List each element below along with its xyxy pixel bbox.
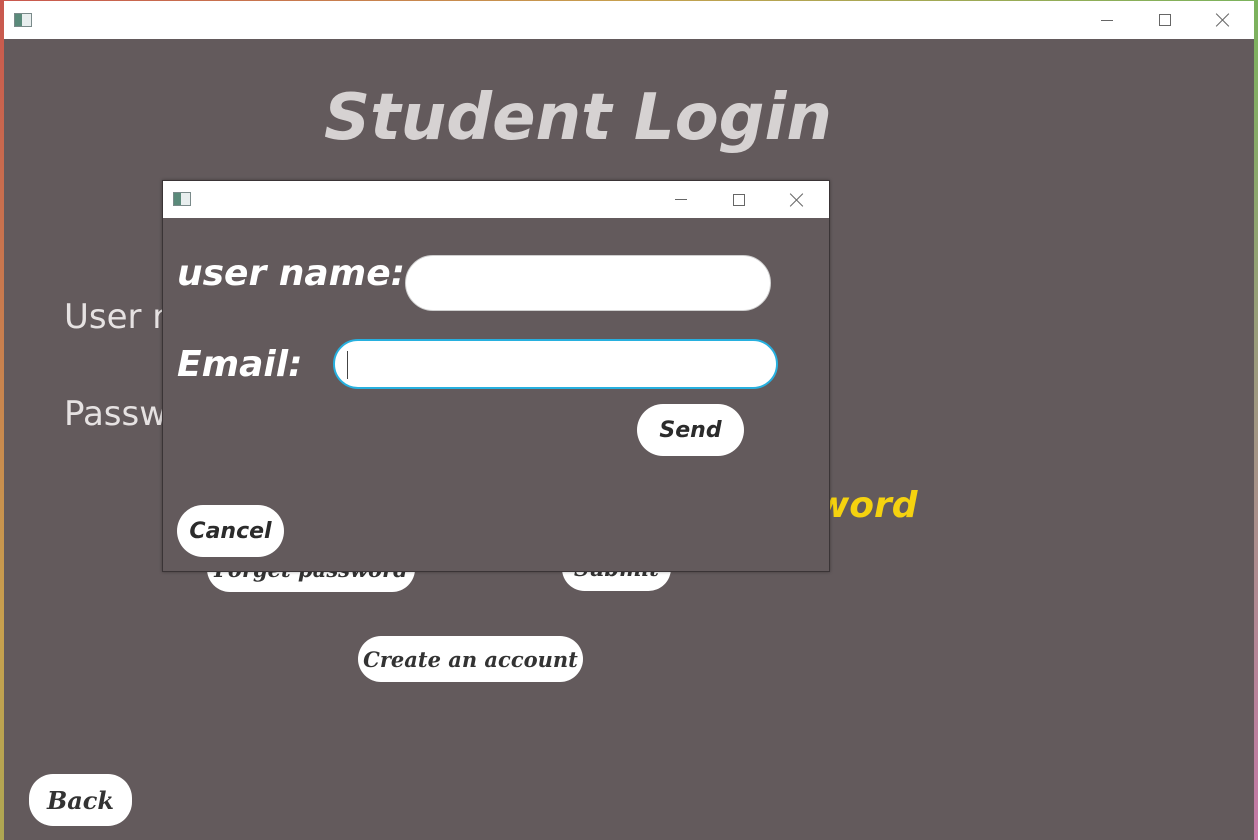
app-icon bbox=[173, 192, 191, 206]
password-label: Passw bbox=[64, 394, 168, 434]
maximize-icon bbox=[1159, 14, 1171, 26]
email-input[interactable] bbox=[333, 339, 778, 389]
back-button[interactable]: Back bbox=[29, 774, 132, 826]
minimize-icon bbox=[1101, 19, 1113, 21]
send-button[interactable]: Send bbox=[637, 404, 744, 456]
dialog-minimize-button[interactable] bbox=[652, 181, 710, 218]
close-button[interactable] bbox=[1194, 1, 1252, 39]
cancel-button[interactable]: Cancel bbox=[177, 505, 284, 557]
forgot-password-dialog: user name: Email: Send Cancel bbox=[162, 180, 830, 572]
minimize-button[interactable] bbox=[1078, 1, 1136, 39]
app-icon bbox=[14, 13, 32, 27]
dialog-email-label: Email: bbox=[177, 344, 303, 385]
maximize-button[interactable] bbox=[1136, 1, 1194, 39]
close-icon bbox=[790, 193, 804, 207]
forgot-password-text: word bbox=[816, 485, 918, 526]
text-caret bbox=[347, 351, 348, 379]
dialog-username-label: user name: bbox=[177, 253, 406, 294]
dialog-maximize-button[interactable] bbox=[710, 181, 768, 218]
dialog-titlebar bbox=[163, 181, 829, 218]
create-account-button[interactable]: Create an account bbox=[358, 636, 583, 682]
dialog-close-button[interactable] bbox=[768, 181, 826, 218]
username-input[interactable] bbox=[405, 255, 771, 311]
page-title: Student Login bbox=[324, 81, 832, 155]
username-label: User n bbox=[64, 297, 174, 337]
maximize-icon bbox=[733, 193, 745, 206]
minimize-icon bbox=[675, 199, 687, 200]
close-icon bbox=[1216, 13, 1230, 27]
main-titlebar bbox=[4, 1, 1254, 39]
